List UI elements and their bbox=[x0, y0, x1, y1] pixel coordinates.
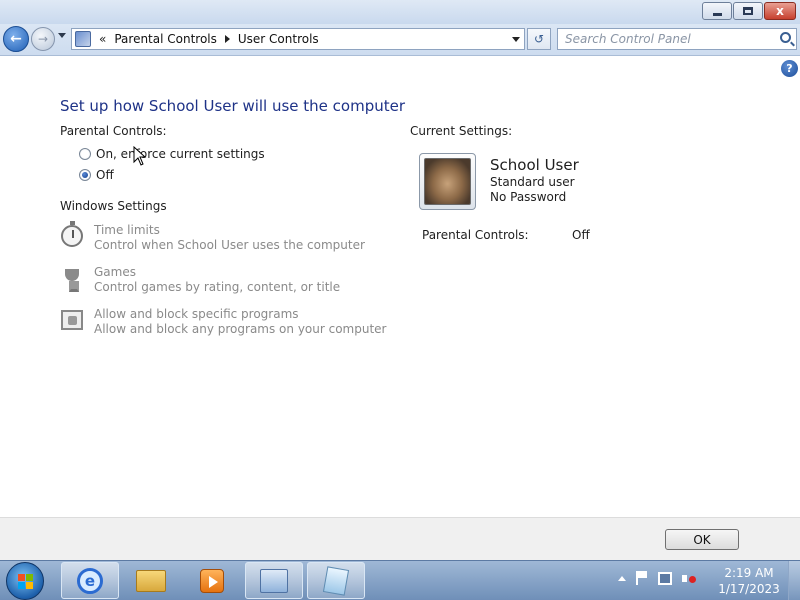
time-limits-title: Time limits bbox=[94, 223, 160, 237]
current-settings-label: Current Settings: bbox=[410, 124, 513, 138]
address-bar[interactable]: « Parental Controls User Controls bbox=[71, 28, 525, 50]
clock[interactable]: 2:19 AM 1/17/2023 bbox=[716, 565, 782, 597]
setting-games: Games Control games by rating, content, … bbox=[60, 265, 340, 295]
breadcrumb-user-controls[interactable]: User Controls bbox=[238, 32, 319, 46]
clock-time: 2:19 AM bbox=[724, 566, 774, 580]
current-parental-controls-value: Off bbox=[572, 228, 590, 242]
ok-button[interactable]: OK bbox=[665, 529, 739, 550]
recent-pages-dropdown[interactable] bbox=[58, 33, 66, 38]
radio-off[interactable]: Off bbox=[79, 168, 114, 182]
close-icon: x bbox=[776, 4, 784, 18]
games-title: Games bbox=[94, 265, 136, 279]
programs-desc: Allow and block any programs on your com… bbox=[94, 322, 387, 336]
radio-off-control[interactable] bbox=[79, 169, 91, 181]
radio-on-label[interactable]: On, enforce current settings bbox=[96, 147, 265, 161]
help-icon: ? bbox=[786, 62, 793, 75]
taskbar-media-player[interactable] bbox=[183, 562, 241, 599]
breadcrumb-parental-controls[interactable]: Parental Controls bbox=[114, 32, 217, 46]
system-tray bbox=[618, 571, 696, 585]
programs-icon bbox=[61, 310, 83, 330]
trophy-icon bbox=[65, 269, 79, 292]
volume-muted-icon[interactable] bbox=[682, 572, 696, 585]
notepad-icon bbox=[322, 565, 350, 596]
button-bar: OK bbox=[0, 517, 800, 560]
radio-on[interactable]: On, enforce current settings bbox=[79, 147, 265, 161]
user-name: School User bbox=[490, 156, 579, 174]
search-box[interactable] bbox=[557, 28, 797, 50]
parental-controls-label: Parental Controls: bbox=[60, 124, 167, 138]
control-panel-icon bbox=[75, 31, 91, 47]
search-input[interactable] bbox=[558, 29, 768, 49]
taskbar-control-panel[interactable] bbox=[245, 562, 303, 599]
back-button[interactable]: ← bbox=[3, 26, 29, 52]
navigation-bar: ← → « Parental Controls User Controls ↺ bbox=[0, 24, 800, 56]
clock-date: 1/17/2023 bbox=[718, 582, 780, 596]
user-avatar bbox=[424, 158, 471, 205]
maximize-button[interactable] bbox=[733, 2, 763, 20]
show-desktop-button[interactable] bbox=[788, 561, 800, 600]
window-controls: x bbox=[702, 2, 796, 20]
minimize-icon bbox=[712, 12, 722, 16]
current-parental-controls-label: Parental Controls: bbox=[422, 228, 529, 242]
network-icon[interactable] bbox=[658, 571, 672, 585]
password-status: No Password bbox=[490, 190, 567, 204]
help-button[interactable]: ? bbox=[781, 60, 798, 77]
taskbar: e 2:19 AM 1/17/2023 bbox=[0, 560, 800, 600]
radio-off-label[interactable]: Off bbox=[96, 168, 114, 182]
search-icon[interactable] bbox=[780, 32, 791, 43]
minimize-button[interactable] bbox=[702, 2, 732, 20]
show-hidden-icons-icon[interactable] bbox=[618, 575, 626, 581]
control-panel-icon bbox=[260, 568, 288, 593]
restore-icon bbox=[743, 7, 753, 15]
hidden-crumbs-chevron[interactable]: « bbox=[99, 32, 106, 46]
back-arrow-icon: ← bbox=[10, 31, 22, 47]
radio-on-control[interactable] bbox=[79, 148, 91, 160]
windows-logo-icon bbox=[18, 574, 34, 590]
mouse-cursor-icon bbox=[133, 146, 147, 166]
close-button[interactable]: x bbox=[764, 2, 796, 20]
title-bar: x bbox=[0, 0, 800, 24]
refresh-icon: ↺ bbox=[533, 32, 545, 46]
forward-button[interactable]: → bbox=[31, 27, 55, 51]
games-desc: Control games by rating, content, or tit… bbox=[94, 280, 341, 294]
taskbar-internet-explorer[interactable]: e bbox=[61, 562, 119, 599]
setting-programs: Allow and block specific programs Allow … bbox=[60, 307, 387, 337]
time-limits-desc: Control when School User uses the comput… bbox=[94, 238, 365, 252]
start-button[interactable] bbox=[6, 562, 44, 600]
media-player-icon bbox=[200, 568, 224, 593]
account-type: Standard user bbox=[490, 175, 575, 189]
internet-explorer-icon: e bbox=[77, 567, 103, 594]
folder-icon bbox=[136, 569, 166, 592]
action-center-icon[interactable] bbox=[636, 571, 648, 585]
refresh-button[interactable]: ↺ bbox=[527, 28, 551, 50]
address-dropdown-icon[interactable] bbox=[512, 37, 520, 42]
windows-settings-label: Windows Settings bbox=[60, 199, 167, 213]
page-title: Set up how School User will use the comp… bbox=[60, 97, 406, 115]
programs-title: Allow and block specific programs bbox=[94, 307, 299, 321]
taskbar-notepad[interactable] bbox=[307, 562, 365, 599]
stopwatch-icon bbox=[61, 221, 83, 247]
breadcrumb-arrow-icon[interactable] bbox=[224, 35, 230, 43]
setting-time-limits: Time limits Control when School User use… bbox=[60, 221, 365, 253]
user-picture-frame bbox=[419, 153, 476, 210]
forward-arrow-icon: → bbox=[37, 32, 49, 46]
taskbar-explorer[interactable] bbox=[122, 562, 180, 599]
